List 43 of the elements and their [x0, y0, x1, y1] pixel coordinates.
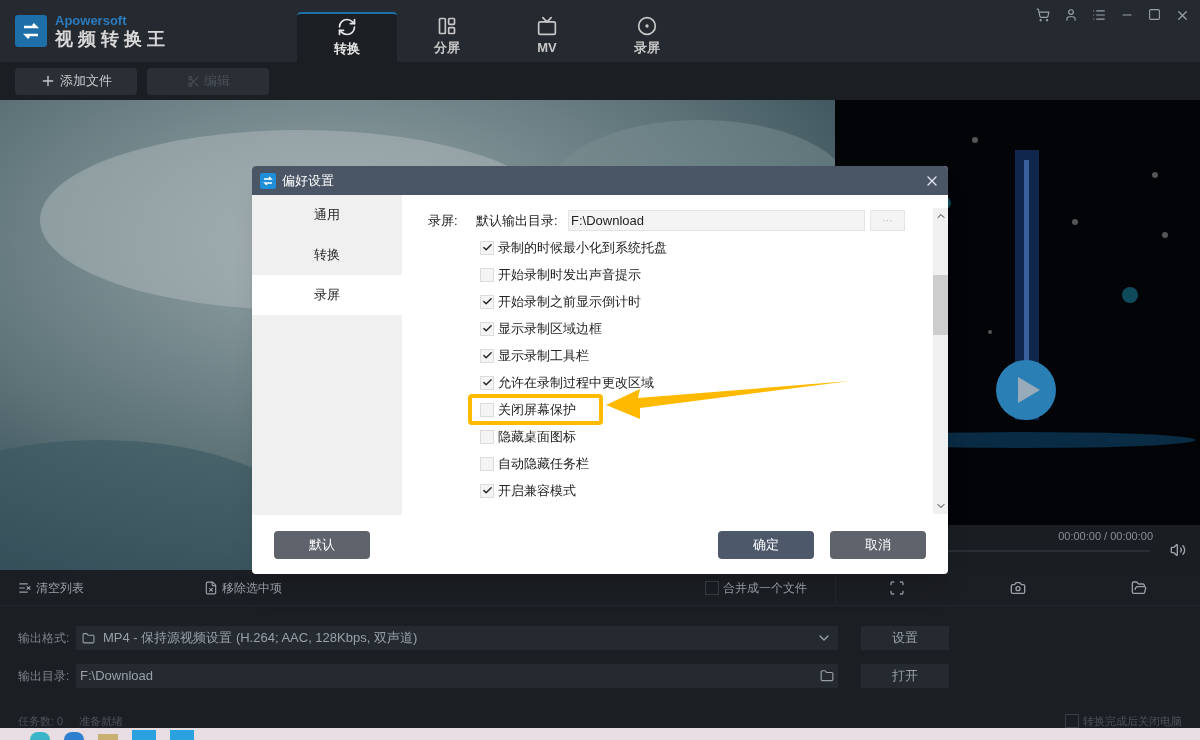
maximize-icon: [1148, 8, 1161, 21]
scrollbar-thumb[interactable]: [933, 275, 948, 335]
record-icon: [637, 16, 657, 37]
merge-label: 合并成一个文件: [723, 579, 807, 597]
user-icon: [1064, 8, 1078, 22]
format-dropdown[interactable]: MP4 - 保持源视频设置 (H.264; AAC, 128Kbps, 双声道): [76, 626, 838, 650]
folder-icon: [1131, 579, 1148, 596]
output-dir-label: 输出目录:: [18, 668, 71, 685]
mode-tab[interactable]: 录屏: [597, 12, 697, 62]
output-dir-field[interactable]: F:\Download: [76, 664, 838, 688]
app-title: 视 频 转 换 王: [55, 30, 165, 48]
open-button[interactable]: 打开: [861, 664, 949, 688]
folder-icon: [820, 669, 834, 683]
volume-icon: [1170, 542, 1186, 558]
taskbar-icon[interactable]: [64, 732, 84, 740]
tv-icon: [537, 16, 557, 37]
format-label: 输出格式:: [18, 630, 71, 647]
cancel-button[interactable]: 取消: [830, 530, 926, 559]
close-icon: [1175, 8, 1190, 23]
clear-list-button[interactable]: 清空列表: [36, 578, 84, 597]
refresh-icon: [337, 17, 357, 38]
add-file-button[interactable]: 添加文件: [15, 67, 137, 95]
brand-name: Apowersoft: [55, 14, 128, 27]
scissors-icon: [186, 74, 200, 88]
remove-icon: [204, 580, 218, 595]
checkbox[interactable]: [705, 580, 719, 595]
folder-icon: [82, 631, 95, 645]
mode-tab[interactable]: MV: [497, 12, 597, 62]
mode-tab[interactable]: 分屏: [397, 12, 497, 62]
logo-icon: [15, 15, 47, 47]
checkbox[interactable]: [1065, 714, 1079, 728]
taskbar-icon[interactable]: [30, 732, 50, 740]
remove-selected-button[interactable]: 移除选中项: [222, 578, 282, 597]
layout-icon: [437, 16, 457, 37]
cart-icon: [1036, 8, 1050, 22]
camera-icon: [1010, 579, 1026, 596]
time-display: 00:00:00 / 00:00:00: [1058, 529, 1153, 544]
settings-button[interactable]: 设置: [861, 626, 949, 650]
screenshot-icon: [888, 579, 905, 596]
clear-list-icon: [18, 580, 32, 595]
menu-icon: [1092, 8, 1106, 22]
plus-icon: [40, 73, 56, 89]
mode-tab[interactable]: 转换: [297, 12, 397, 62]
